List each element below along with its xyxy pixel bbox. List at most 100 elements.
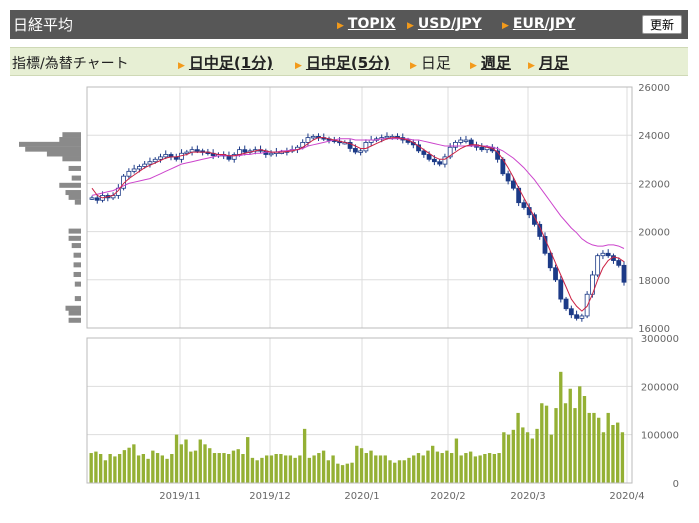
volume-bar (449, 453, 454, 483)
candle-body (437, 161, 443, 165)
candle-body (89, 197, 95, 200)
candle-body (568, 308, 574, 316)
volume-bar (535, 428, 539, 483)
volume-bar (265, 455, 269, 483)
volume-bar (511, 429, 516, 483)
volume-bar (592, 412, 596, 483)
volume-profile-bar (65, 305, 81, 311)
volume-bar (464, 453, 468, 483)
volume-tick-label: 300000 (641, 334, 679, 345)
volume-bar (307, 457, 312, 483)
candle-body (421, 150, 427, 155)
volume-bar (331, 455, 335, 483)
volume-profile-bar (62, 132, 81, 138)
volume-tick-label: 200000 (641, 382, 679, 393)
volume-bar (483, 454, 487, 483)
x-tick-label: 2019/12 (249, 491, 291, 502)
volume-bar (355, 445, 359, 483)
volume-bar (193, 450, 198, 483)
volume-bar (302, 428, 307, 483)
candle-body (453, 142, 458, 148)
volume-bar (103, 460, 108, 483)
price-panel-frame (86, 86, 633, 329)
volume-bar (582, 396, 587, 483)
volume-profile-bar (68, 165, 81, 171)
candle-body (479, 146, 485, 151)
y-tick-label: 18000 (638, 276, 670, 287)
volume-bar (601, 432, 606, 483)
volume-bar (606, 412, 610, 483)
volume-bar (241, 454, 245, 483)
volume-bar (412, 455, 416, 483)
volume-bar (516, 412, 520, 483)
volume-bar (246, 437, 250, 483)
volume-bar (559, 371, 563, 483)
volume-profile-bar (59, 137, 81, 143)
candle-body (147, 161, 153, 165)
candle-body (268, 152, 274, 156)
candle-body (137, 166, 142, 170)
volume-bar (369, 450, 373, 483)
volume-bar (431, 445, 435, 483)
candle-body (621, 264, 627, 283)
volume-bar (487, 453, 492, 483)
volume-bar (492, 454, 497, 483)
volume-profile-bar (68, 310, 81, 316)
volume-profile-bar (73, 262, 81, 268)
y-tick-label: 22000 (638, 179, 670, 190)
volume-bar (151, 450, 155, 483)
volume-bar (350, 462, 354, 483)
candle-body (94, 197, 100, 201)
volume-bar (336, 463, 340, 483)
volume-bar (312, 455, 316, 483)
volume-bar (345, 463, 349, 483)
volume-bar (160, 455, 164, 483)
volume-bar (378, 455, 383, 483)
volume-bar (340, 465, 345, 483)
volume-bar (108, 454, 112, 483)
volume-bar (198, 439, 202, 483)
volume-bar (497, 453, 501, 483)
candle-body (426, 154, 432, 160)
candle-body (310, 136, 316, 139)
volume-bar (393, 462, 397, 483)
volume-profile-bar (68, 317, 81, 323)
volume-bar (141, 454, 146, 483)
volume-bar (611, 425, 615, 483)
volume-bar (435, 451, 440, 483)
candle-body (574, 314, 579, 319)
volume-bar (117, 454, 122, 483)
candle-body (152, 158, 158, 163)
volume-profile-bar (74, 281, 81, 287)
volume-bar (521, 427, 525, 483)
volume-bar (388, 460, 392, 483)
volume-bar (549, 434, 553, 483)
volume-bar (170, 454, 174, 483)
candle-body (595, 255, 601, 276)
volume-bar (440, 453, 444, 483)
volume-bar (279, 454, 283, 483)
candle-body (458, 139, 464, 143)
volume-bar (478, 455, 482, 483)
volume-profile-bar (68, 228, 81, 234)
candle-body (358, 150, 364, 153)
volume-bar (421, 455, 425, 483)
volume-y-axis-labels: 0 100000 200000 300000 (641, 334, 679, 490)
volume-bar (113, 456, 117, 483)
volume-bar (544, 405, 549, 483)
candle-body (547, 252, 553, 269)
volume-bar (383, 455, 387, 483)
volume-bar (227, 454, 231, 483)
volume-bar (397, 460, 402, 483)
volume-bar (620, 432, 625, 483)
volume-profile-bar (74, 296, 81, 302)
volume-bar (269, 455, 274, 483)
candle-body (305, 137, 311, 143)
volume-bar (236, 449, 240, 483)
volume-bar (132, 444, 136, 483)
volume-bar (568, 388, 572, 483)
volume-bar (616, 422, 620, 483)
volume-profile-bar (19, 141, 81, 147)
volume-bar (321, 450, 326, 483)
candle-body (558, 279, 564, 300)
